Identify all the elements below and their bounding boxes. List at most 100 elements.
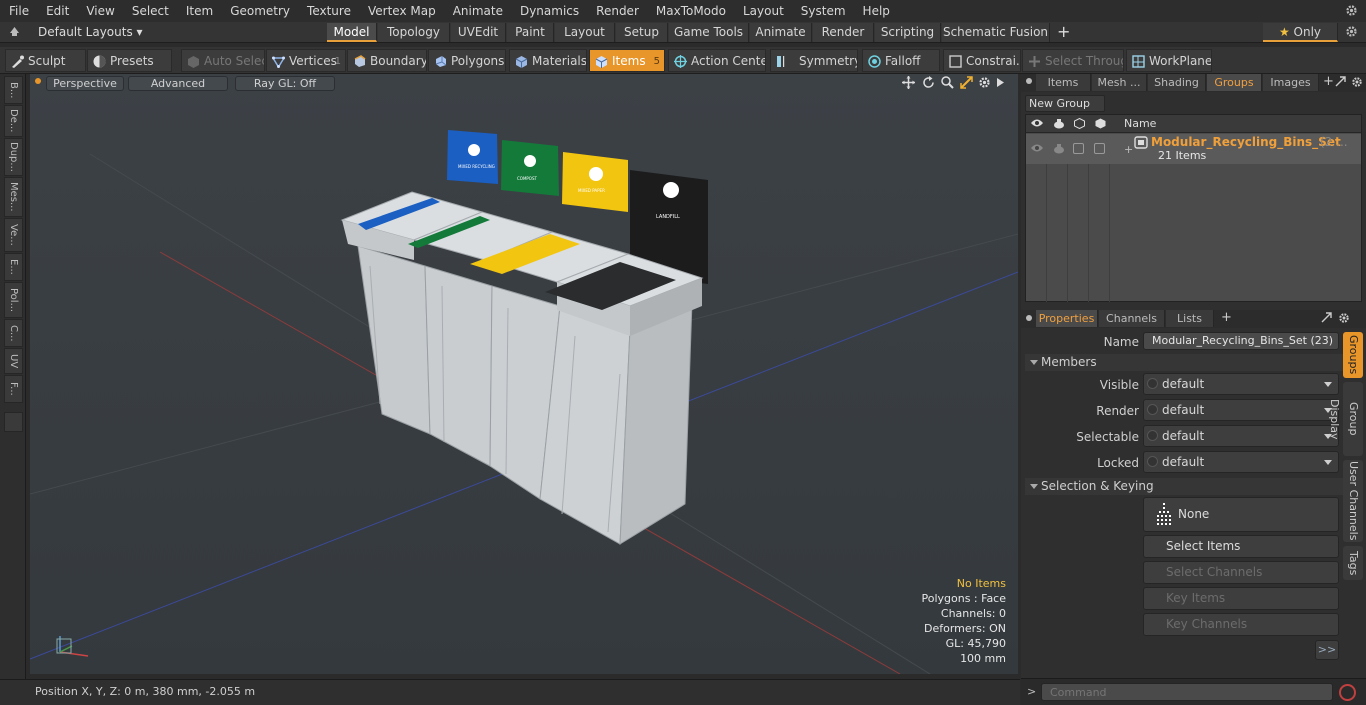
falloff-button[interactable]: Falloff: [862, 49, 940, 72]
select-items-button[interactable]: Select Items: [1143, 535, 1339, 558]
auto-select-button[interactable]: Auto Select: [181, 49, 265, 72]
menu-maxtomodo[interactable]: MaxToModo: [647, 4, 734, 18]
constraints-button[interactable]: Constrai...: [943, 49, 1021, 72]
vertices-button[interactable]: Vertices 1: [266, 49, 346, 72]
menu-vertex-map[interactable]: Vertex Map: [359, 4, 444, 18]
tab-topology[interactable]: Topology: [378, 23, 450, 42]
panel-expand-icon[interactable]: [1335, 76, 1346, 90]
workplane-button[interactable]: WorkPlane: [1126, 49, 1212, 72]
visible-dropdown[interactable]: default: [1143, 373, 1339, 395]
tab-lists[interactable]: Lists: [1166, 310, 1214, 327]
row-locked-checkbox[interactable]: [1094, 143, 1105, 154]
tab-mesh[interactable]: Mesh ...: [1092, 74, 1147, 91]
menu-texture[interactable]: Texture: [298, 4, 359, 18]
select-channels-button[interactable]: Select Channels: [1143, 561, 1339, 584]
fit-view-icon[interactable]: [960, 76, 973, 92]
command-input[interactable]: [1041, 683, 1333, 701]
side-tab-group-display[interactable]: Group Display: [1328, 382, 1363, 456]
row-visibility-eye-icon[interactable]: [1031, 143, 1043, 156]
action-center-button[interactable]: Action Center: [668, 49, 766, 72]
menu-animate[interactable]: Animate: [444, 4, 511, 18]
selectable-dropdown[interactable]: default: [1143, 425, 1339, 447]
record-stop-icon[interactable]: [1339, 684, 1356, 701]
group-row[interactable]: + Modular_Recycling_Bins_Set (2 ... 21 I…: [1026, 134, 1361, 164]
properties-gear-icon[interactable]: [1338, 312, 1350, 327]
left-tab-edge[interactable]: E...: [4, 253, 23, 281]
locked-dropdown[interactable]: default: [1143, 451, 1339, 473]
boundary-button[interactable]: Boundary: [347, 49, 427, 72]
tab-render[interactable]: Render: [813, 23, 874, 42]
sculpt-button[interactable]: Sculpt: [5, 49, 86, 72]
menu-render[interactable]: Render: [587, 4, 647, 18]
menu-geometry[interactable]: Geometry: [221, 4, 298, 18]
3d-viewport[interactable]: MIXED RECYCLING COMPOST MIXED PAPER LAND…: [30, 74, 1018, 674]
left-tab-polygon[interactable]: Pol...: [4, 282, 23, 318]
layout-dropdown[interactable]: Default Layouts ▾: [38, 25, 143, 39]
tab-channels[interactable]: Channels: [1099, 310, 1165, 327]
left-tab-basic[interactable]: B...: [4, 76, 23, 104]
add-panel-tab-button[interactable]: +: [1323, 74, 1334, 89]
zoom-view-icon[interactable]: [941, 76, 954, 92]
settings-gear-icon[interactable]: [1345, 4, 1358, 20]
left-tab-extra[interactable]: [4, 412, 23, 432]
materials-button[interactable]: Materials: [509, 49, 587, 72]
row-render-teapot-icon[interactable]: [1053, 143, 1065, 157]
key-channels-button[interactable]: Key Channels: [1143, 613, 1339, 636]
layout-up-arrow-icon[interactable]: [9, 26, 20, 40]
menu-dynamics[interactable]: Dynamics: [511, 4, 587, 18]
tab-animate[interactable]: Animate: [750, 23, 812, 42]
key-items-button[interactable]: Key Items: [1143, 587, 1339, 610]
tab-shading[interactable]: Shading: [1148, 74, 1206, 91]
tab-paint[interactable]: Paint: [507, 23, 554, 42]
expand-plus-icon[interactable]: +: [1124, 143, 1133, 156]
tab-images[interactable]: Images: [1263, 74, 1319, 91]
side-tab-tags[interactable]: Tags: [1343, 546, 1363, 580]
name-input[interactable]: Modular_Recycling_Bins_Set (23): [1143, 332, 1339, 350]
tab-setup[interactable]: Setup: [616, 23, 668, 42]
advanced-dropdown[interactable]: Advanced: [128, 76, 228, 91]
presets-button[interactable]: Presets: [87, 49, 172, 72]
none-button[interactable]: None: [1143, 497, 1339, 532]
tab-groups[interactable]: Groups: [1207, 74, 1262, 91]
left-tab-deform[interactable]: De...: [4, 105, 23, 137]
raygl-dropdown[interactable]: Ray GL: Off: [235, 76, 335, 91]
select-through-button[interactable]: Select Through: [1022, 49, 1124, 72]
side-tab-user-channels[interactable]: User Channels: [1343, 460, 1363, 542]
left-tab-vertex[interactable]: Ve...: [4, 218, 23, 252]
side-tab-groups[interactable]: Groups: [1343, 332, 1363, 378]
left-tab-curve[interactable]: C...: [4, 319, 23, 347]
locked-cube-icon[interactable]: [1095, 118, 1106, 132]
left-tab-uv[interactable]: UV: [4, 348, 23, 374]
menu-item[interactable]: Item: [177, 4, 221, 18]
tab-properties[interactable]: Properties: [1036, 310, 1098, 327]
menu-system[interactable]: System: [792, 4, 854, 18]
menu-select[interactable]: Select: [123, 4, 177, 18]
properties-menu-dot-icon[interactable]: [1026, 315, 1032, 321]
tab-scripting[interactable]: Scripting: [875, 23, 941, 42]
new-group-button[interactable]: New Group: [1025, 95, 1105, 112]
symmetry-button[interactable]: Symmetry: [770, 49, 858, 72]
polygons-button[interactable]: Polygons: [428, 49, 506, 72]
move-view-icon[interactable]: [902, 76, 915, 92]
tab-layout[interactable]: Layout: [555, 23, 615, 42]
more-button[interactable]: >>: [1315, 640, 1339, 660]
left-tab-duplicate[interactable]: Dup...: [4, 138, 23, 176]
properties-expand-icon[interactable]: [1321, 312, 1332, 326]
menu-file[interactable]: File: [0, 4, 37, 18]
members-section-header[interactable]: Members: [1025, 354, 1362, 371]
tab-game-tools[interactable]: Game Tools: [669, 23, 749, 42]
left-tab-fusion[interactable]: F...: [4, 375, 23, 403]
menu-help[interactable]: Help: [854, 4, 898, 18]
selectable-cube-icon[interactable]: [1074, 117, 1085, 132]
only-toggle[interactable]: ★ Only: [1263, 23, 1338, 42]
panel-menu-dot-icon[interactable]: [1026, 78, 1032, 84]
menu-view[interactable]: View: [77, 4, 122, 18]
tab-model[interactable]: Model: [327, 23, 377, 42]
menu-layout[interactable]: Layout: [734, 4, 792, 18]
tab-schematic-fusion[interactable]: Schematic Fusion: [942, 23, 1050, 42]
tab-uvedit[interactable]: UVEdit: [451, 23, 506, 42]
menu-edit[interactable]: Edit: [37, 4, 77, 18]
groups-panel-gear-icon[interactable]: [1351, 76, 1363, 91]
items-button[interactable]: Items 5: [589, 49, 665, 72]
row-selectable-checkbox[interactable]: [1073, 143, 1084, 154]
